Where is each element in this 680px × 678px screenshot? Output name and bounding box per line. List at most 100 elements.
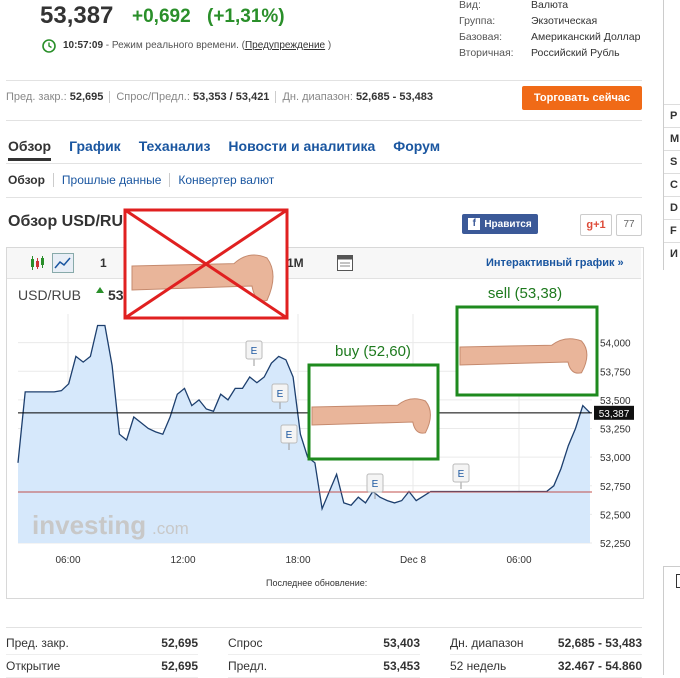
page-title: Обзор USD/RUB: [8, 213, 135, 230]
stats-col-2: Спрос 53,403 Предл. 53,453: [228, 632, 420, 678]
stat-row: Спрос 53,403: [228, 632, 420, 655]
stat-label: Дн. диапазон: [450, 636, 524, 650]
x-tick-label: Dec 8: [400, 555, 427, 566]
tab-news[interactable]: Новости и аналитика: [228, 138, 375, 161]
info-value: Валюта: [531, 0, 569, 11]
separator: [275, 91, 277, 104]
stat-row: Открытие 52,695: [6, 655, 198, 678]
sell-label: sell (53,38): [488, 285, 562, 302]
event-marker-label: E: [458, 469, 465, 480]
clock-icon: [42, 39, 56, 53]
price-chart[interactable]: 54,000 53,750 53,500 53,250 53,000 52,750 52,5…: [0, 208, 660, 590]
info-value: Российский Рубль: [531, 47, 620, 59]
day-range-label: Дн. диапазон:: [282, 91, 353, 103]
realtime-status: 10:57:09 - Режим реального времени. (Пре…: [63, 40, 331, 51]
bid-ask-value: 53,353 / 53,421: [192, 91, 270, 103]
instrument-info: Вид: Валюта Группа: Экзотическая Базовая: Аме…: [459, 0, 641, 61]
trade-now-button[interactable]: Торговать сейчас: [522, 86, 642, 110]
stat-value: 53,403: [383, 636, 420, 650]
right-panel-item[interactable]: Р: [664, 104, 680, 127]
x-tick-label: 18:00: [285, 555, 310, 566]
quote-time: 10:57:09: [63, 40, 104, 51]
stat-value: 52,695: [161, 636, 198, 650]
realtime-text: - Режим реального времени. (: [103, 40, 245, 51]
info-row: Группа: Экзотическая: [459, 13, 641, 29]
investing-watermark: investing: [32, 510, 146, 540]
info-key: Вторичная:: [459, 47, 514, 59]
last-update-label: Последнее обновление:: [266, 578, 368, 588]
x-tick-label: 06:00: [55, 555, 80, 566]
warning-link[interactable]: Предупреждение: [245, 40, 325, 51]
current-price-label: 53,387: [599, 409, 630, 420]
stat-row: Пред. закр. 52,695: [6, 632, 198, 655]
period-1m-button[interactable]: 1M: [287, 256, 304, 270]
info-row: Базовая: Американский Доллар: [459, 29, 641, 45]
divider: [6, 120, 642, 121]
x-tick-label: 12:00: [170, 555, 195, 566]
right-panel-item[interactable]: D: [664, 196, 680, 219]
prev-close-value: 52,695: [69, 91, 104, 103]
info-key: Группа:: [459, 15, 496, 27]
separator: [109, 91, 111, 104]
stat-label: Пред. закр.: [6, 636, 69, 650]
prev-close-label: Пред. закр.:: [6, 91, 67, 103]
tab-forum[interactable]: Форум: [393, 138, 440, 161]
y-tick-label: 53,500: [600, 396, 631, 407]
right-panel-checkbox[interactable]: [676, 574, 680, 588]
y-tick-label: 54,000: [600, 339, 631, 350]
divider: [6, 80, 642, 81]
interactive-chart-link[interactable]: Интерактивный график »: [486, 257, 624, 269]
right-panel-item[interactable]: И: [664, 242, 680, 265]
period-1-button[interactable]: 1: [100, 256, 107, 270]
calendar-icon[interactable]: [336, 254, 354, 272]
info-key: Базовая:: [459, 31, 503, 43]
right-panel-item[interactable]: М: [664, 127, 680, 150]
candlestick-icon[interactable]: [28, 254, 46, 272]
divider: [6, 163, 642, 164]
event-marker-label: E: [277, 389, 284, 400]
gplus-button[interactable]: g+1: [580, 214, 612, 236]
bid-ask-label: Спрос/Предл.:: [116, 91, 190, 103]
facebook-like-button[interactable]: f Нравится: [462, 214, 538, 234]
x-tick-label: 06:00: [506, 555, 531, 566]
area-chart-icon[interactable]: [52, 253, 74, 273]
info-row: Вид: Валюта: [459, 0, 641, 13]
event-marker-label: E: [286, 430, 293, 441]
facebook-icon: f: [468, 218, 481, 230]
day-range-value: 52,685 - 53,483: [355, 91, 434, 103]
info-row: Вторичная: Российский Рубль: [459, 45, 641, 61]
divider: [6, 627, 642, 628]
quote-change: +0,692: [132, 6, 191, 27]
y-tick-label: 53,000: [600, 453, 631, 464]
right-panel-item[interactable]: F: [664, 219, 680, 242]
y-tick-label: 53,750: [600, 367, 631, 378]
y-tick-label: 53,250: [600, 425, 631, 436]
tab-overview[interactable]: Обзор: [8, 138, 52, 161]
divider: [6, 197, 642, 198]
up-tick-icon: [96, 287, 104, 293]
stats-col-3: Дн. диапазон 52,685 - 53,483 52 недель 32.4…: [450, 632, 642, 678]
main-tabs: Обзор График Теханализ Новости и аналити…: [8, 138, 458, 161]
quote-change-pct: (+1,31%): [207, 6, 285, 27]
info-value: Экзотическая: [531, 15, 598, 27]
right-panel-item[interactable]: С: [664, 173, 680, 196]
stat-row: 52 недель 32.467 - 54.860: [450, 655, 642, 678]
tab-chart[interactable]: График: [69, 138, 121, 161]
sub-tabs: Обзор Прошлые данные Конвертер валют: [8, 173, 282, 187]
quote-price: 53,387: [40, 2, 114, 29]
y-tick-label: 52,250: [600, 539, 631, 550]
y-tick-label: 52,750: [600, 482, 631, 493]
event-marker-label: E: [372, 479, 379, 490]
info-key: Вид:: [459, 0, 481, 11]
subtab-overview[interactable]: Обзор: [8, 173, 53, 187]
event-marker-label: E: [251, 346, 258, 357]
stat-label: Спрос: [228, 636, 263, 650]
price-bar: Пред. закр.: 52,695 Спрос/Предл.: 53,353 …: [6, 91, 434, 104]
tab-technical[interactable]: Теханализ: [139, 138, 211, 161]
right-panel: РМSСDFИ: [664, 104, 680, 265]
investing-watermark-suffix: .com: [152, 519, 189, 538]
right-panel-item[interactable]: S: [664, 150, 680, 173]
subtab-history[interactable]: Прошлые данные: [52, 173, 169, 187]
subtab-converter[interactable]: Конвертер валют: [169, 173, 282, 187]
y-tick-label: 52,500: [600, 510, 631, 521]
